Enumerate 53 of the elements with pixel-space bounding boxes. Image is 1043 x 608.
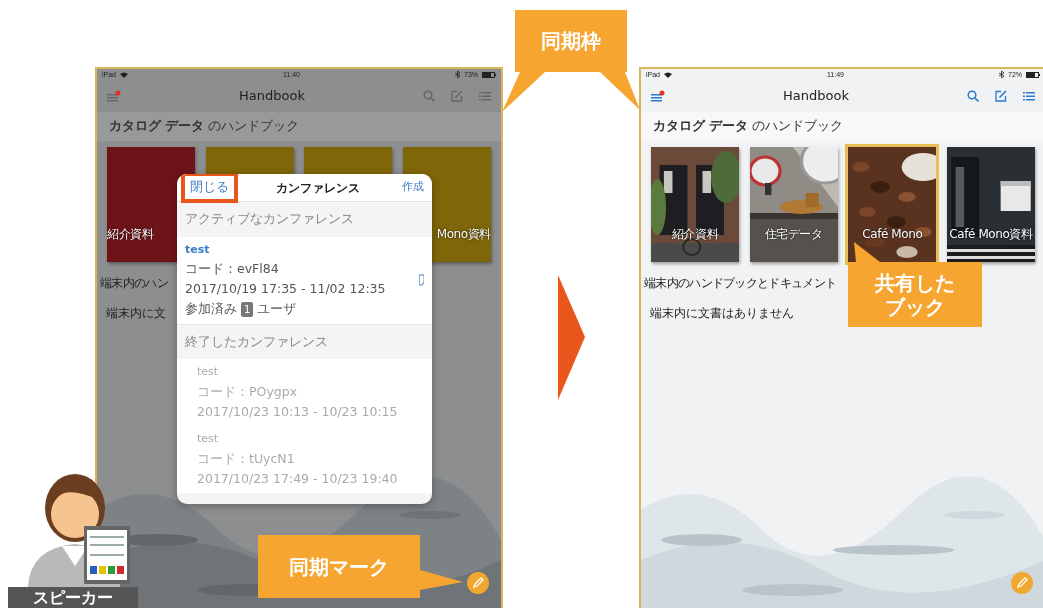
menu-icon[interactable] [651,90,665,102]
book-title: 紹介資料 [671,225,719,243]
count-badge: 1 [241,301,254,317]
section-heading: 端末内のハン [100,274,168,292]
book-title: Café Mono [862,225,923,243]
conference-period: 2017/10/23 10:13 - 10/23 10:15 [197,402,398,421]
wifi-icon [664,71,672,78]
callout-label: 同期マーク [288,553,390,581]
book-title: 住宅データ [764,225,823,243]
book-title: Café Mono資料 [949,225,1033,243]
edit-icon[interactable] [995,90,1007,102]
speaker-label: スピーカー [8,587,138,608]
battery-icon [1026,71,1040,78]
dialog-title: カンファレンス [276,179,360,197]
wifi-icon [120,71,128,78]
menu-icon[interactable] [107,90,121,102]
unit-label: ユーザ [257,299,297,318]
callout-label: 共有したブック [874,270,956,321]
book-cover[interactable]: Café Mono [848,146,937,262]
empty-message: 端末内に文 [106,304,166,322]
conference-name: test [197,364,220,381]
bluetooth-icon [999,71,1004,78]
app-title: Handbook [238,87,306,106]
section-heading: カタログ データ のハンドブック [97,112,501,141]
conference-period: 2017/10/23 17:49 - 10/23 19:40 [197,469,398,488]
conference-code: コード：POygpx [197,382,298,401]
section-heading: 終了したカンファレンス [184,332,329,351]
search-icon[interactable] [967,90,979,102]
book-cover[interactable]: 紹介資料 [651,146,739,262]
book-title: Mono資料 [436,225,491,243]
book-cover[interactable]: Café Mono資料 [946,146,1035,262]
conference-code: コード：tUycN1 [197,449,295,468]
bluetooth-icon [455,71,460,78]
joined-label: 参加済み [185,299,237,318]
create-link[interactable]: 作成 [402,179,424,196]
conference-name: test [197,431,220,448]
app-title: Handbook [782,87,850,106]
empty-message: 端末内に文書はありません [650,304,794,322]
search-icon[interactable] [423,90,435,102]
document-icon[interactable] [418,274,424,287]
book-title: 紹介資料 [107,225,154,243]
book-cover[interactable]: 住宅データ [749,146,838,262]
section-heading: 端末内のハンドブックとドキュメント [644,274,837,292]
conference-period: 2017/10/19 17:35 - 11/02 12:35 [185,280,386,298]
conference-code: コード：evFl84 [185,260,279,279]
battery-icon [482,71,496,78]
pencil-icon[interactable] [467,572,489,594]
edit-icon[interactable] [451,90,463,102]
section-heading: カタログ データ のハンドブック [641,112,1043,141]
callout-label: 同期枠 [540,28,602,55]
list-icon[interactable] [479,90,491,102]
list-icon[interactable] [1023,90,1035,102]
pencil-icon[interactable] [1011,572,1033,594]
